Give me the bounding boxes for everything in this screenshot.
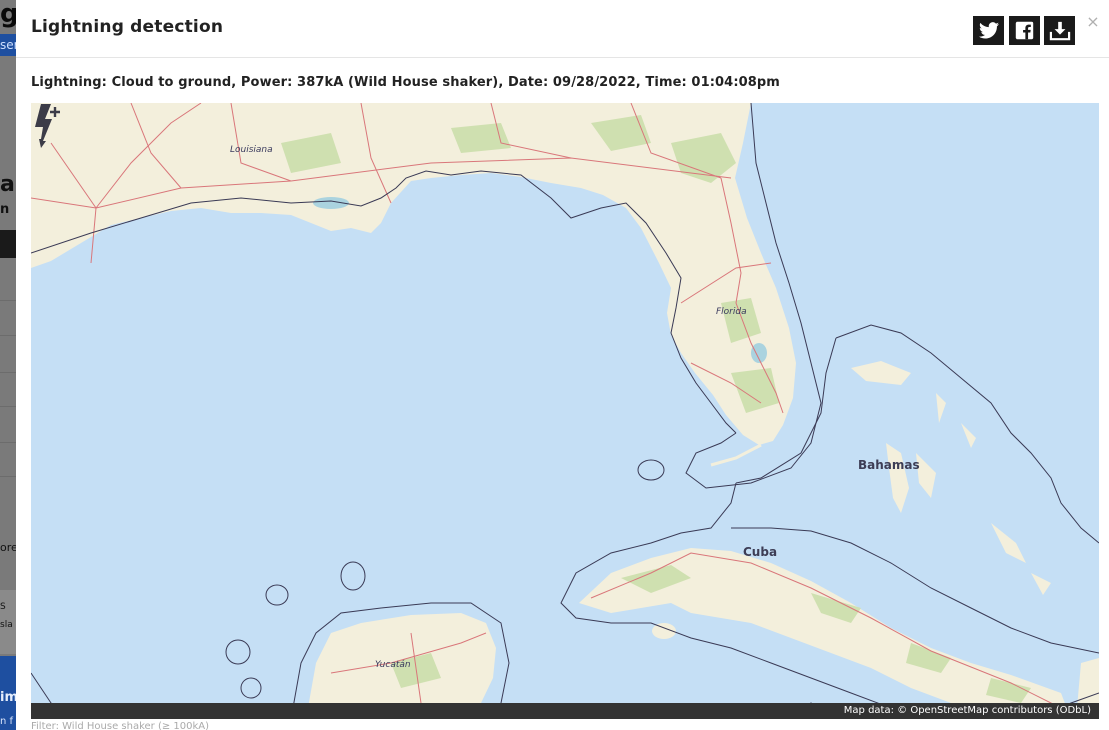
background-nav-pill: ser <box>0 34 16 56</box>
background-dark-bar <box>0 230 16 258</box>
background-divider <box>0 442 16 443</box>
background-divider <box>0 476 16 477</box>
map-label-yucatan: Yucatán <box>375 660 411 670</box>
background-text-fragment: S <box>0 602 6 612</box>
facebook-icon <box>1015 21 1034 40</box>
background-logo-fragment: g <box>0 0 16 29</box>
twitter-share-button[interactable] <box>973 16 1004 45</box>
facebook-share-button[interactable] <box>1009 16 1040 45</box>
lightning-map[interactable]: Louisiana Florida Bahamas Cuba Yucatán M… <box>31 103 1099 719</box>
map-label-florida: Florida <box>716 307 747 317</box>
twitter-icon <box>978 22 999 39</box>
background-heading-fragment: ar <box>0 172 16 197</box>
background-text-fragment: n <box>0 202 10 217</box>
background-divider <box>0 335 16 336</box>
map-attribution: Map data: © OpenStreetMap contributors (… <box>31 703 1099 719</box>
download-icon <box>1049 21 1070 40</box>
background-divider <box>0 300 16 301</box>
background-divider <box>0 406 16 407</box>
lightning-strike-icon[interactable] <box>31 103 65 148</box>
lightning-strike-details: Lightning: Cloud to ground, Power: 387kA… <box>31 75 780 90</box>
map-basemap <box>31 103 1099 719</box>
map-label-bahamas: Bahamas <box>858 458 920 472</box>
lightning-detection-modal: Lightning detection × Lightning: Cloud t… <box>16 0 1109 730</box>
modal-footer-text: Filter: Wild House shaker (≥ 100kA) <box>31 721 210 730</box>
background-text-fragment: ore <box>0 541 16 554</box>
map-label-louisiana: Louisiana <box>230 145 273 155</box>
background-divider <box>0 372 16 373</box>
close-icon[interactable]: × <box>1085 14 1101 30</box>
map-label-cuba: Cuba <box>743 545 778 559</box>
download-button[interactable] <box>1044 16 1075 45</box>
modal-header: Lightning detection × <box>16 0 1109 58</box>
background-text-fragment: im <box>0 690 16 705</box>
background-text-fragment: n f <box>0 716 14 727</box>
background-text-fragment: sla <box>0 620 13 630</box>
modal-title: Lightning detection <box>31 17 224 37</box>
